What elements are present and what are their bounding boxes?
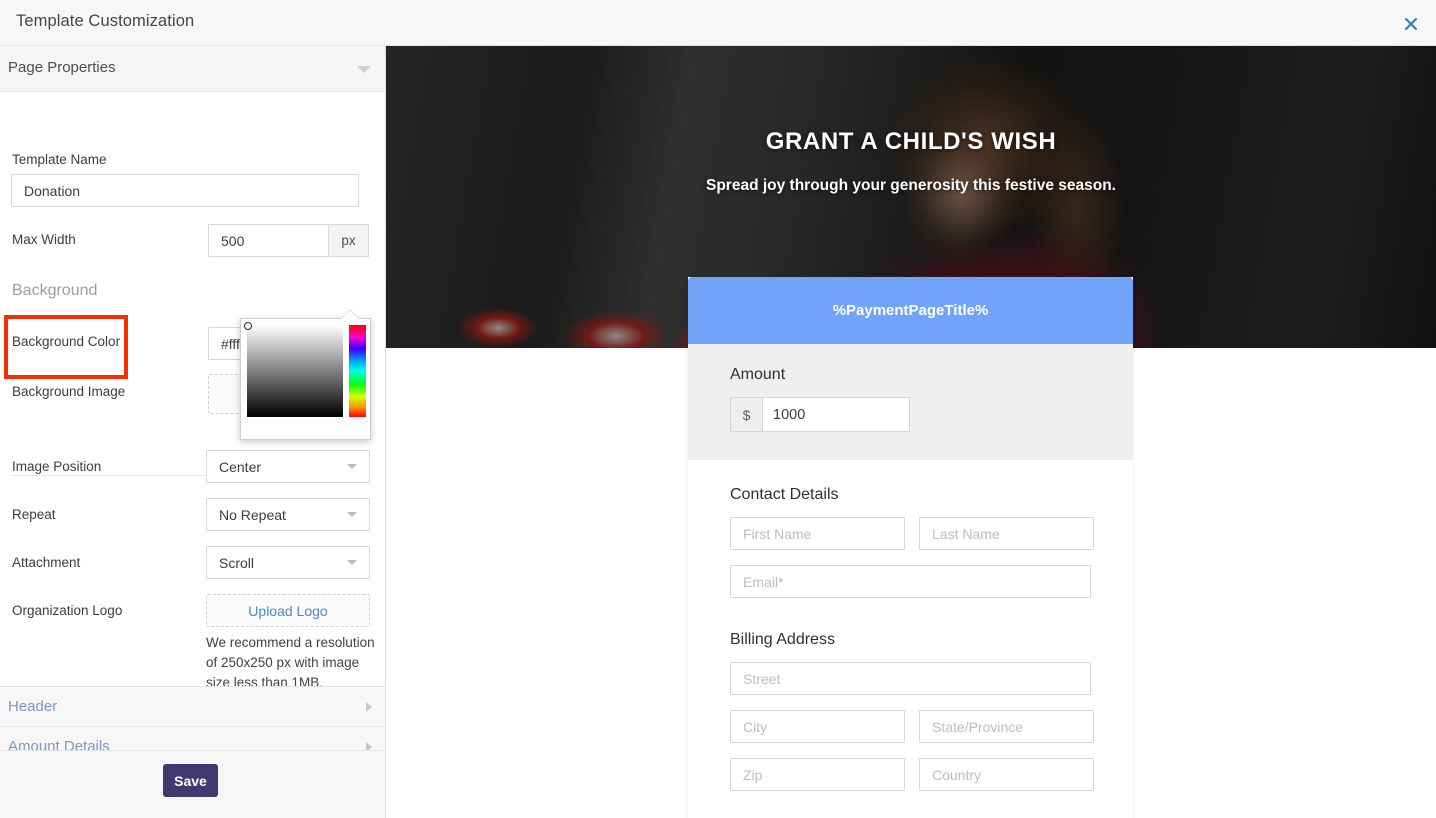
max-width-input[interactable] [208,224,329,257]
repeat-select[interactable]: No Repeat [206,498,370,531]
window-title: Template Customization [16,12,194,31]
spacer [730,806,1091,818]
billing-address-title: Billing Address [730,631,1091,649]
name-row [730,517,1091,550]
street-row [730,662,1091,695]
contact-details-title: Contact Details [730,486,1091,504]
street-input[interactable] [730,662,1091,695]
email-input[interactable] [730,565,1091,598]
sidebar-item-label: Header [8,698,57,715]
template-name-input[interactable] [11,174,359,207]
template-preview: GRANT A CHILD'S WISH Spread joy through … [386,46,1436,818]
amount-section-title: Amount [730,366,1091,384]
country-input[interactable] [919,758,1094,791]
chevron-down-icon [347,560,357,565]
page-properties-header[interactable]: Page Properties [0,46,385,92]
details-section: Contact Details Billing Address [688,460,1133,818]
zip-input[interactable] [730,758,905,791]
background-image-label: Background Image [12,384,125,399]
hero-title: GRANT A CHILD'S WISH [386,128,1436,156]
spacer [730,613,1091,631]
amount-section: Amount $ [688,344,1133,460]
image-position-select[interactable]: Center [206,450,370,483]
hero-subtitle: Spread joy through your generosity this … [386,177,1436,195]
close-icon[interactable] [1400,13,1422,35]
organization-logo-label: Organization Logo [12,603,122,618]
chevron-down-icon [347,464,357,469]
color-picker-popup[interactable] [240,318,371,440]
amount-row: $ [730,397,1091,432]
payment-card: %PaymentPageTitle% Amount $ Contact Deta… [688,277,1133,818]
image-position-value: Center [219,459,261,475]
chevron-down-icon [347,512,357,517]
color-picker-saturation-area[interactable] [247,325,343,417]
attachment-value: Scroll [219,555,254,571]
caret-right-icon [366,702,372,712]
background-color-label: Background Color [12,334,120,349]
city-state-row [730,710,1091,743]
payment-card-header: %PaymentPageTitle% [688,277,1133,344]
page-properties-label: Page Properties [8,59,116,76]
amount-input[interactable] [763,397,910,432]
email-row [730,565,1091,598]
template-customization-window: Template Customization Page Properties T… [0,0,1436,818]
template-name-label: Template Name [12,152,107,167]
caret-down-icon[interactable] [357,66,371,73]
attachment-label: Attachment [12,555,80,570]
color-picker-arrow [341,310,359,319]
repeat-label: Repeat [12,507,56,522]
payment-page-title: %PaymentPageTitle% [833,302,989,319]
sidebar-footer: Save [0,750,386,818]
currency-symbol: $ [730,397,763,432]
last-name-input[interactable] [919,517,1094,550]
first-name-input[interactable] [730,517,905,550]
zip-country-row [730,758,1091,791]
save-button[interactable]: Save [163,764,218,797]
upload-logo-button[interactable]: Upload Logo [206,594,370,627]
upload-logo-label: Upload Logo [248,603,327,619]
window-titlebar: Template Customization [0,0,1436,46]
sidebar-item-header[interactable]: Header [0,686,386,726]
logo-help-text: We recommend a resolution of 250x250 px … [206,633,376,693]
max-width-unit: px [329,224,369,257]
attachment-select[interactable]: Scroll [206,546,370,579]
hue-slider[interactable] [349,325,366,417]
color-picker-handle[interactable] [244,322,252,330]
max-width-label: Max Width [12,232,76,247]
repeat-value: No Repeat [219,507,286,523]
city-input[interactable] [730,710,905,743]
background-group-label: Background [12,282,97,300]
image-position-label: Image Position [12,459,101,474]
state-input[interactable] [919,710,1094,743]
